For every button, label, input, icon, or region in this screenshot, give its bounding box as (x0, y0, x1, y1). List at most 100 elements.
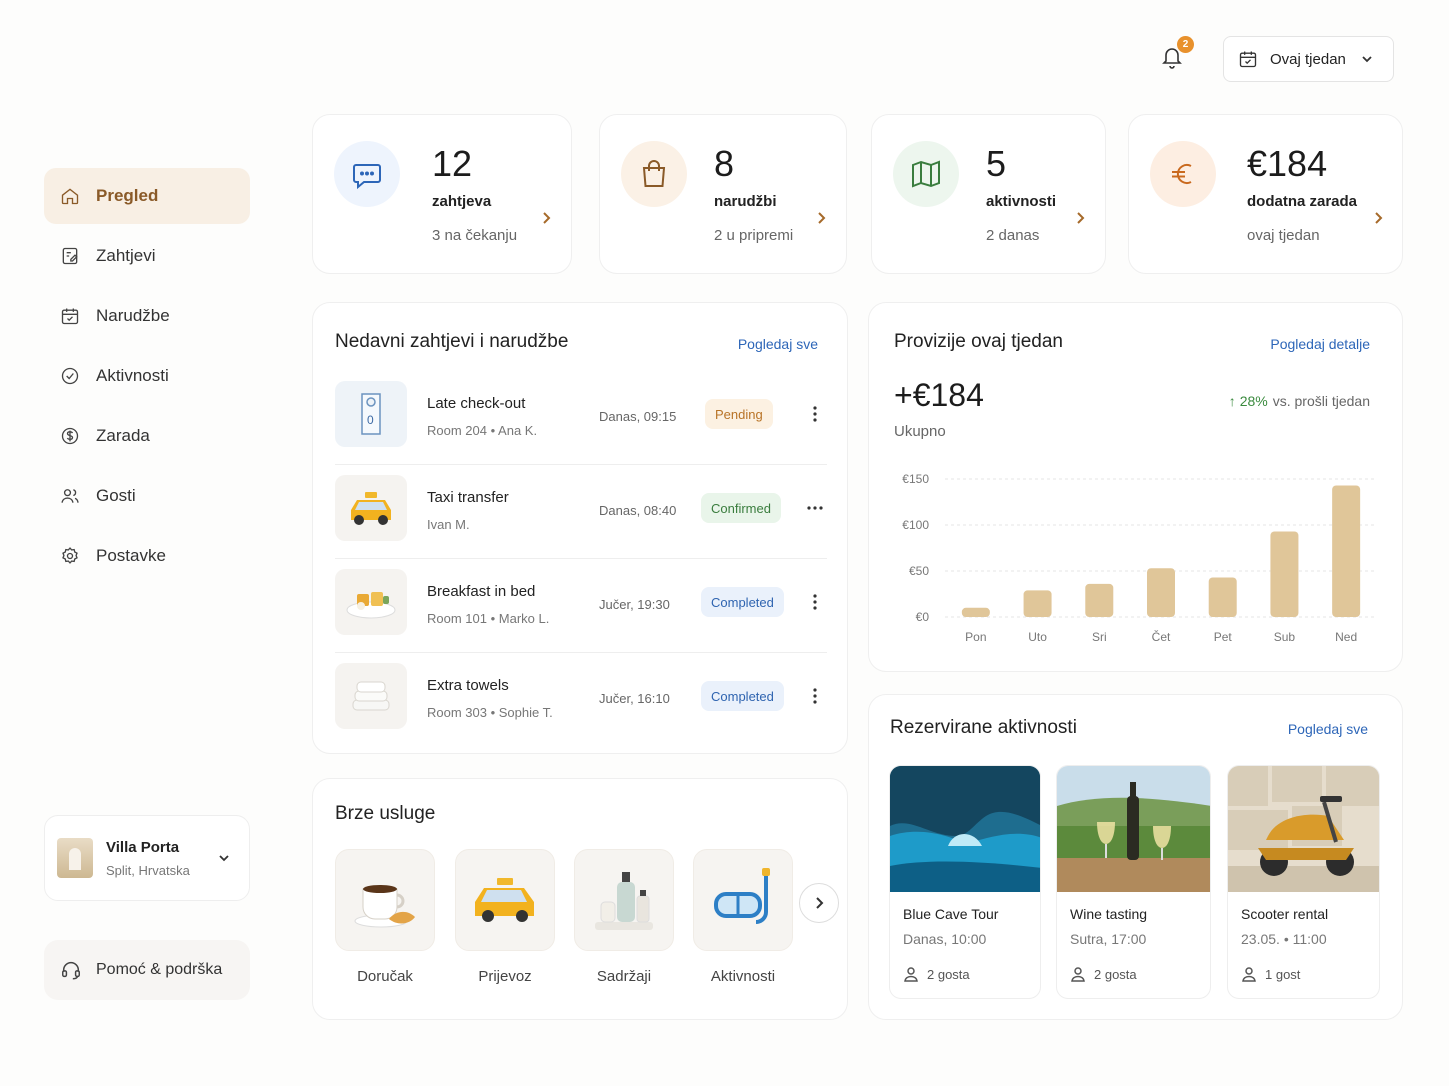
trend-indicator: ↑ 28% vs. prošli tjedan (1229, 393, 1370, 409)
chart-bar[interactable] (961, 607, 990, 617)
x-tick-label: Sri (1092, 630, 1107, 644)
request-thumbnail (335, 569, 407, 635)
activity-card[interactable]: Scooter rental 23.05. • 11:00 1 gost (1227, 765, 1380, 999)
request-title: Taxi transfer (427, 489, 509, 506)
period-dropdown[interactable]: Ovaj tjedan (1223, 36, 1394, 82)
compass-icon (61, 367, 79, 385)
x-tick-label: Pet (1214, 630, 1233, 644)
activity-card[interactable]: Blue Cave Tour Danas, 10:00 2 gosta (889, 765, 1041, 999)
stat-value: €184 (1247, 143, 1328, 184)
request-row[interactable]: Extra towels Room 303 • Sophie T. Jučer,… (335, 653, 827, 747)
view-all-activities-link[interactable]: Pogledaj sve (1288, 721, 1368, 737)
panel-title: Brze usluge (335, 803, 436, 824)
trend-text: vs. prošli tjedan (1272, 393, 1370, 409)
property-location: Split, Hrvatska (106, 862, 190, 878)
sidebar-item-gosti[interactable]: Gosti (44, 468, 250, 524)
request-row[interactable]: Taxi transfer Ivan M. Danas, 08:40 Confi… (335, 465, 827, 559)
requests-icon (62, 247, 78, 265)
request-title: Late check-out (427, 395, 526, 412)
notifications-button[interactable]: 2 (1160, 36, 1194, 72)
stat-card-earnings[interactable]: €184 dodatna zarada ovaj tjedan (1128, 114, 1403, 274)
next-services-button[interactable] (799, 883, 839, 923)
quick-service-item[interactable]: Sadržaji (574, 849, 674, 985)
chart-bar[interactable] (1147, 568, 1175, 617)
user-icon (1242, 967, 1256, 982)
sidebar-item-zarada[interactable]: Zarada (44, 408, 250, 464)
quick-service-item[interactable]: Prijevoz (455, 849, 555, 985)
calendar-icon (61, 308, 79, 325)
sidebar-item-narudzbe[interactable]: Narudžbe (44, 288, 250, 344)
more-options-icon[interactable] (805, 685, 825, 707)
request-subtitle: Room 303 • Sophie T. (427, 705, 553, 720)
user-icon (1071, 967, 1085, 982)
activity-guests-label: 1 gost (1265, 966, 1301, 982)
quick-service-item[interactable]: Doručak (335, 849, 435, 985)
x-tick-label: Sub (1274, 630, 1296, 644)
activity-guests-label: 2 gosta (927, 966, 970, 982)
chart-bar[interactable] (1023, 590, 1052, 617)
request-row[interactable]: Breakfast in bed Room 101 • Marko L. Juč… (335, 559, 827, 653)
activity-card[interactable]: Wine tasting Sutra, 17:00 2 gosta (1056, 765, 1211, 999)
more-options-icon[interactable] (805, 591, 825, 613)
request-thumbnail (335, 663, 407, 729)
svg-text:0: 0 (367, 413, 374, 427)
sidebar-item-postavke[interactable]: Postavke (44, 528, 250, 584)
chart-bar[interactable] (1208, 577, 1237, 617)
request-time: Danas, 09:15 (599, 409, 677, 424)
more-options-icon[interactable] (805, 497, 825, 519)
panel-title: Nedavni zahtjevi i narudžbe (335, 331, 569, 352)
sidebar-item-aktivnosti[interactable]: Aktivnosti (44, 348, 250, 404)
quick-service-label: Sadržaji (596, 968, 652, 985)
request-row[interactable]: 0 Late check-out Room 204 • Ana K. Danas… (335, 371, 827, 465)
sidebar-item-pregled[interactable]: Pregled (44, 168, 250, 224)
view-all-requests-link[interactable]: Pogledaj sve (738, 336, 818, 352)
arrow-up-icon: ↑ (1228, 393, 1236, 409)
stat-subtext: 3 na čekanju (432, 227, 518, 244)
calendar-icon (1239, 51, 1257, 68)
amenities-icon (595, 872, 653, 930)
property-name: Villa Porta (106, 838, 180, 856)
status-badge: Completed (701, 587, 784, 617)
bag-icon (642, 160, 666, 187)
stat-card-activities[interactable]: 5 aktivnosti 2 danas (871, 114, 1106, 274)
commission-panel: Provizije ovaj tjedan Pogledaj detalje +… (868, 302, 1403, 672)
more-options-icon[interactable] (805, 403, 825, 425)
gear-icon (62, 547, 78, 564)
activity-guests: 2 gosta (903, 966, 970, 982)
activity-title: Scooter rental (1241, 906, 1329, 922)
x-tick-label: Čet (1152, 629, 1171, 644)
headset-icon (62, 962, 80, 980)
blue-cave-image (890, 766, 1040, 892)
coffee-icon (354, 885, 415, 928)
property-selector[interactable]: Villa Porta Split, Hrvatska (44, 815, 250, 901)
quick-service-item[interactable]: Aktivnosti (693, 849, 793, 985)
chart-bar[interactable] (1085, 583, 1114, 617)
view-details-link[interactable]: Pogledaj detalje (1270, 336, 1370, 352)
taxi-icon (475, 878, 534, 922)
request-time: Jučer, 19:30 (599, 597, 670, 612)
activity-image (1228, 766, 1379, 892)
breakfast-icon (346, 592, 396, 619)
request-title: Breakfast in bed (427, 583, 536, 600)
commission-total: +€184 (894, 377, 984, 413)
stat-card-requests[interactable]: 12 zahtjeva 3 na čekanju (312, 114, 572, 274)
chart-bar[interactable] (1332, 485, 1361, 617)
stat-subtext: ovaj tjedan (1247, 227, 1320, 244)
stat-card-orders[interactable]: 8 narudžbi 2 u pripremi (599, 114, 847, 274)
support-label: Pomoć & podrška (96, 961, 223, 978)
status-badge: Completed (701, 681, 784, 711)
sidebar-item-label: Gosti (96, 486, 136, 505)
commission-bar-chart: €0 €50 €100 €150 Pon Uto Sri Čet Pet Sub Ned (902, 472, 1377, 644)
user-icon (904, 967, 918, 982)
stat-label: zahtjeva (432, 193, 492, 210)
panel-title: Provizije ovaj tjedan (894, 331, 1063, 352)
chart-bar[interactable] (1270, 531, 1299, 617)
quick-service-image (574, 849, 674, 951)
support-button[interactable]: Pomoć & podrška (44, 940, 250, 1000)
status-badge: Pending (705, 399, 773, 429)
sidebar-item-label: Aktivnosti (96, 366, 169, 385)
x-tick-label: Ned (1335, 630, 1357, 644)
request-thumbnail (335, 475, 407, 541)
quick-service-image (693, 849, 793, 951)
sidebar-item-zahtjevi[interactable]: Zahtjevi (44, 228, 250, 284)
